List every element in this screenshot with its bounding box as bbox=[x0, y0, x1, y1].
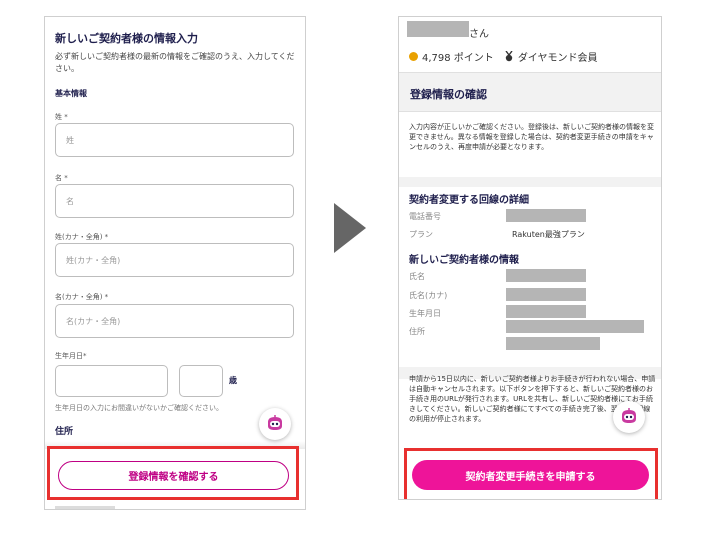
title-bar: 登録情報の確認 bbox=[399, 72, 661, 112]
masked-address-line2 bbox=[506, 337, 600, 350]
name-kana-label: 氏名(カナ) bbox=[409, 291, 448, 300]
age-unit: 歳 bbox=[229, 376, 237, 385]
plan-label: プラン bbox=[409, 230, 433, 239]
age-input[interactable] bbox=[179, 365, 223, 397]
plan-value: Rakuten最強プラン bbox=[512, 230, 585, 239]
confirm-button-highlight: 登録情報を確認する bbox=[47, 446, 299, 500]
masked-user-name bbox=[407, 21, 469, 37]
first-name-input[interactable]: 名 bbox=[55, 184, 294, 218]
birthdate-input[interactable] bbox=[55, 365, 168, 397]
first-name-kana-label: 名(カナ・全角) * bbox=[55, 293, 109, 301]
coin-icon bbox=[409, 52, 418, 61]
address-label: 住所 bbox=[409, 327, 425, 336]
masked-name bbox=[506, 269, 586, 282]
robot-chat-icon[interactable] bbox=[259, 408, 291, 440]
footer-hint bbox=[55, 506, 115, 509]
member-rank: ダイヤモンド会員 bbox=[517, 53, 598, 64]
section-basic-info: 基本情報 bbox=[55, 89, 87, 98]
section-divider bbox=[399, 177, 661, 187]
points-value: 4,798 ポイント bbox=[422, 53, 494, 64]
phone-number-label: 電話番号 bbox=[409, 212, 441, 221]
page-title: 新しいご契約者様の情報入力 bbox=[55, 32, 198, 45]
confirm-screen: さん 4,798 ポイント ダイヤモンド会員 登録情報の確認 入力内容が正しいか… bbox=[398, 16, 662, 500]
apply-change-button[interactable]: 契約者変更手続きを申請する bbox=[412, 460, 649, 490]
birthdate-note: 生年月日の入力にお間違いがないかご確認ください。 bbox=[55, 404, 223, 412]
new-contractor-heading: 新しいご契約者様の情報 bbox=[409, 255, 519, 266]
apply-button-highlight: 契約者変更手続きを申請する bbox=[404, 448, 658, 499]
first-name-label: 名 * bbox=[55, 174, 68, 182]
masked-birthdate bbox=[506, 305, 586, 318]
robot-chat-icon[interactable] bbox=[613, 401, 645, 433]
points-row: 4,798 ポイント ダイヤモンド会員 bbox=[409, 49, 598, 64]
medal-icon bbox=[505, 51, 513, 62]
page-title: 登録情報の確認 bbox=[410, 88, 487, 101]
line-details-heading: 契約者変更する回線の詳細 bbox=[409, 195, 529, 206]
masked-name-kana bbox=[506, 288, 586, 301]
birthdate-label: 生年月日 bbox=[409, 309, 441, 318]
last-name-kana-input[interactable]: 姓(カナ・全角) bbox=[55, 243, 294, 277]
first-name-kana-input[interactable]: 名(カナ・全角) bbox=[55, 304, 294, 338]
page-description: 入力内容が正しいかご確認ください。登録後は、新しいご契約者様の情報を変更できませ… bbox=[409, 123, 654, 151]
last-name-kana-label: 姓(カナ・全角) * bbox=[55, 233, 109, 241]
name-suffix: さん bbox=[469, 29, 489, 40]
input-screen: 新しいご契約者様の情報入力 必ず新しいご契約者様の最新の情報をご確認のうえ、入力… bbox=[44, 16, 306, 510]
confirm-registration-button[interactable]: 登録情報を確認する bbox=[58, 461, 289, 490]
page-description: 必ず新しいご契約者様の最新の情報をご確認のうえ、入力してください。 bbox=[55, 52, 295, 73]
last-name-label: 姓 * bbox=[55, 113, 68, 121]
triangle-right-icon bbox=[334, 203, 366, 253]
name-label: 氏名 bbox=[409, 272, 425, 281]
birthdate-label: 生年月日* bbox=[55, 352, 87, 360]
section-address: 住所 bbox=[55, 427, 74, 437]
masked-phone-number bbox=[506, 209, 586, 222]
masked-address-line1 bbox=[506, 320, 644, 333]
last-name-input[interactable]: 姓 bbox=[55, 123, 294, 157]
